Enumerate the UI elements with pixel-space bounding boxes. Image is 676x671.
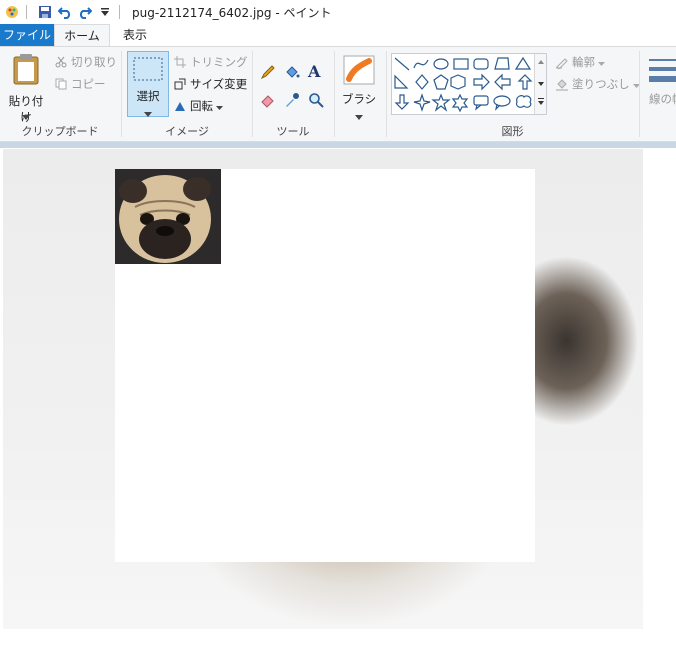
canvas-workspace[interactable] [0, 148, 676, 671]
fill-label: 塗りつぶし [572, 77, 630, 91]
ribbon: 貼り付け 切り取り コピー クリップボード 選択 [0, 46, 676, 142]
separator [119, 5, 120, 19]
text-tool-icon[interactable]: A [308, 62, 320, 81]
group-separator [334, 51, 335, 137]
outline-label: 輪郭 [572, 55, 595, 69]
resize-label: サイズ変更 [190, 77, 248, 91]
chevron-down-icon [22, 109, 30, 123]
tab-view[interactable]: 表示 [110, 24, 160, 46]
select-button[interactable]: 選択 [127, 51, 169, 117]
fill-bucket-icon[interactable] [284, 64, 300, 83]
rotate-button[interactable]: 回転 [173, 98, 223, 114]
resize-icon [173, 77, 187, 91]
crop-icon [173, 55, 187, 69]
group-separator [252, 51, 253, 137]
crop-label: トリミング [190, 55, 248, 69]
outline-icon [555, 55, 569, 69]
copy-button[interactable]: コピー [54, 76, 106, 92]
tab-file[interactable]: ファイル [0, 24, 54, 46]
group-separator [386, 51, 387, 137]
outline-button[interactable]: 輪郭 [555, 54, 605, 70]
magnifier-icon[interactable] [308, 92, 324, 111]
scroll-arrows-icon [538, 60, 544, 105]
copy-icon [54, 77, 68, 91]
separator [26, 5, 27, 19]
copy-label: コピー [71, 77, 106, 91]
chevron-down-icon [144, 106, 152, 120]
color-picker-icon[interactable] [284, 92, 300, 111]
cut-button[interactable]: 切り取り [54, 54, 117, 70]
crop-button[interactable]: トリミング [173, 54, 248, 70]
redo-icon[interactable] [77, 4, 93, 20]
image-group-label: イメージ [165, 125, 209, 138]
paint-app-icon[interactable] [4, 4, 20, 20]
shapes-group-label: 図形 [501, 125, 524, 138]
fill-button[interactable]: 塗りつぶし [555, 76, 640, 92]
scissors-icon [54, 55, 68, 69]
paste-button[interactable]: 貼り付け [4, 51, 48, 124]
line-width-icon [649, 57, 676, 86]
customize-quick-access-icon[interactable] [97, 4, 113, 20]
resize-button[interactable]: サイズ変更 [173, 76, 247, 92]
shapes-gallery-scroll[interactable] [534, 54, 546, 114]
brushes-button[interactable]: ブラシ [340, 51, 378, 120]
cut-label: 切り取り [71, 55, 117, 69]
brush-icon [343, 55, 375, 88]
pasted-pug-image[interactable] [115, 169, 221, 264]
shapes-gallery[interactable] [391, 53, 547, 115]
brushes-label: ブラシ [341, 92, 377, 106]
group-separator [121, 51, 122, 137]
pencil-icon[interactable] [260, 64, 276, 83]
tab-home[interactable]: ホーム [54, 24, 110, 47]
save-icon[interactable] [37, 4, 53, 20]
clipboard-icon [12, 53, 40, 88]
rotate-icon [173, 99, 187, 113]
chevron-down-icon [355, 109, 363, 123]
ribbon-tabs: ファイル ホーム 表示 [0, 24, 676, 47]
undo-icon[interactable] [57, 4, 73, 20]
rotate-label: 回転 [190, 99, 213, 113]
title-bar: pug-2112174_6402.jpg - ペイント [0, 0, 676, 24]
shapes-gallery-icons [394, 56, 533, 113]
select-rectangle-icon [133, 57, 163, 84]
group-separator [639, 51, 640, 137]
eraser-icon[interactable] [260, 92, 276, 111]
clipboard-group-label: クリップボード [21, 125, 99, 138]
size-button[interactable]: 線の幅 [644, 51, 676, 131]
window-title: pug-2112174_6402.jpg - ペイント [132, 5, 332, 20]
chevron-down-icon [598, 55, 605, 69]
fill-icon [555, 77, 569, 91]
size-label: 線の幅 [649, 92, 676, 106]
select-label: 選択 [136, 89, 160, 103]
chevron-down-icon [216, 99, 223, 113]
tools-group-label: ツール [276, 125, 310, 138]
